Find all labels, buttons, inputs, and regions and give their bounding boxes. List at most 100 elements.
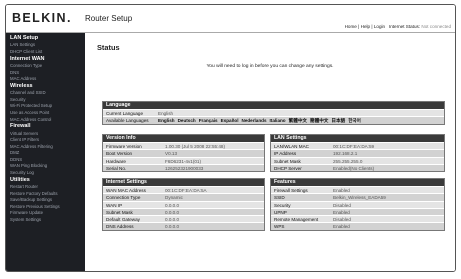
table-row: DHCP Server Enabled(No Clients) — [271, 163, 444, 172]
table-row: SSID Belkin_Wireless_EADA59 — [271, 193, 444, 201]
table-row: Available Languages English Deutsch França… — [103, 116, 444, 124]
sidebar-item[interactable]: DDNS — [6, 157, 85, 164]
row-label: IP Address — [274, 151, 297, 157]
sidebar-item[interactable]: DNS — [6, 70, 85, 77]
separator: | — [371, 24, 373, 29]
language-panel: Language Current Language English Availa… — [102, 101, 445, 125]
language-link[interactable]: Nederlands — [242, 118, 267, 123]
sidebar-item[interactable]: DMZ — [6, 150, 85, 157]
language-link[interactable]: 日本語 — [331, 118, 345, 123]
language-link[interactable]: Italiano — [270, 118, 286, 123]
language-link[interactable]: 繁體中文 — [289, 118, 307, 123]
language-link[interactable]: 한국어 — [348, 118, 361, 123]
panel-title: Language — [103, 102, 444, 109]
row-value: Disabled — [333, 202, 351, 208]
table-row: Connection Type Dynamic — [103, 193, 264, 201]
page-title: Status — [97, 43, 120, 52]
sidebar-item[interactable]: Save/Backup Settings — [6, 197, 85, 204]
internet-status-label: Internet Status: — [388, 24, 421, 29]
language-link[interactable]: Español — [221, 118, 239, 123]
row-value: Enabled — [333, 209, 350, 215]
sidebar-item[interactable]: System Settings — [6, 217, 85, 224]
sidebar-item[interactable]: Firmware Update — [6, 210, 85, 217]
login-link[interactable]: Login — [374, 24, 385, 29]
sidebar-section-heading: Wireless — [10, 82, 33, 89]
table-row: Subnet Mask 255.255.255.0 — [271, 156, 444, 164]
sidebar-item[interactable]: DHCP Client List — [6, 49, 85, 56]
language-link[interactable]: 簡體中文 — [310, 118, 328, 123]
sidebar-item[interactable]: Wi-Fi Protected Setup — [6, 103, 85, 110]
row-label: LAN/WLAN MAC — [274, 144, 309, 149]
sidebar-item[interactable]: Client IP Filters — [6, 137, 85, 144]
sidebar-item[interactable]: Use as Access Point — [6, 110, 85, 117]
lan-settings-panel: LAN Settings LAN/WLAN MAC 00:1C:DF:EA:DA:… — [270, 134, 445, 173]
row-label: Boot Version — [106, 151, 133, 157]
sidebar-item[interactable]: MAC Address Filtering — [6, 144, 85, 151]
row-label: Security — [274, 202, 291, 208]
table-row: Current Language English — [103, 109, 444, 117]
table-row: Default Gateway 0.0.0.0 — [103, 215, 264, 223]
router-window: BELKIN. Router Setup Home | Help | Login… — [5, 4, 456, 272]
row-label: Available Languages — [106, 118, 149, 124]
row-value: 00:1C:DF:EA:DA:5A — [165, 188, 207, 193]
row-label: Subnet Mask — [106, 209, 133, 215]
sidebar-item[interactable]: WAN Ping Blocking — [6, 163, 85, 170]
row-label: Firewall Settings — [274, 188, 308, 193]
sidebar-item[interactable]: Channel and SSID — [6, 90, 85, 97]
table-row: DNS Address 0.0.0.0 — [103, 222, 264, 230]
internet-settings-panel: Internet Settings WAN MAC Address 00:1C:D… — [102, 178, 265, 231]
row-value: Dynamic — [165, 195, 183, 201]
sidebar-item[interactable]: LAN Settings — [6, 42, 85, 49]
row-label: Connection Type — [106, 195, 141, 201]
top-links: Home | Help | Login Internet Status: Not… — [345, 24, 451, 29]
separator: | — [358, 24, 360, 29]
belkin-logo: BELKIN. — [12, 11, 72, 25]
row-label: WAN MAC Address — [106, 188, 146, 193]
sidebar-section-heading: Utilities — [10, 176, 30, 183]
row-value: Belkin_Wireless_EADA59 — [333, 195, 386, 201]
row-label: Subnet Mask — [274, 158, 301, 164]
language-link[interactable]: English — [158, 118, 175, 123]
table-row: Firmware Version 1.00.30 (Jul 5 2008 22:5… — [103, 142, 264, 150]
row-value: 0.0.0.0 — [165, 224, 180, 230]
table-row: Boot Version V0.13 — [103, 149, 264, 157]
sidebar-item[interactable]: MAC Address Control — [6, 117, 85, 124]
sidebar-nav: LAN Setup LAN Settings DHCP Client List Int… — [6, 33, 85, 271]
row-value: V0.13 — [165, 151, 178, 157]
help-link[interactable]: Help — [361, 24, 370, 29]
language-link[interactable]: Deutsch — [178, 118, 196, 123]
sidebar-section-heading: Internet WAN — [10, 55, 45, 62]
table-row: WAN MAC Address 00:1C:DF:EA:DA:5A — [103, 186, 264, 194]
panel-title: Version Info — [103, 135, 264, 142]
internet-status-value: Not connected — [421, 24, 451, 29]
table-row: WPS Enabled — [271, 222, 444, 230]
row-value: 0.0.0.0 — [165, 217, 180, 223]
row-label: Default Gateway — [106, 217, 140, 223]
row-label: SSID — [274, 195, 285, 201]
sidebar-item[interactable]: Security — [6, 97, 85, 104]
app-title: Router Setup — [85, 14, 133, 23]
table-row: UPNP Enabled — [271, 207, 444, 216]
table-row: Serial No. 126252321900033 — [103, 163, 264, 172]
sidebar-item[interactable]: Restore Previous Settings — [6, 204, 85, 211]
sidebar-item[interactable]: Security Log — [6, 170, 85, 177]
sidebar-item[interactable]: Restart Router — [6, 184, 85, 191]
language-link[interactable]: Français — [199, 118, 218, 123]
sidebar-item[interactable]: MAC Address — [6, 76, 85, 83]
row-value: Disabled — [333, 217, 351, 223]
current-language: English — [158, 111, 174, 116]
panel-title: Internet Settings — [103, 179, 264, 186]
row-value: 0.0.0.0 — [165, 202, 180, 208]
sidebar-item[interactable]: Virtual Servers — [6, 131, 85, 138]
sidebar-item[interactable]: Restore Factory Defaults — [6, 191, 85, 198]
sidebar-item[interactable]: Connection Type — [6, 63, 85, 70]
row-label: UPNP — [274, 209, 287, 215]
row-label: Current Language — [106, 111, 144, 116]
panel-title: Features — [271, 179, 444, 186]
login-notice: You will need to log in before you can c… — [206, 64, 334, 69]
row-value: 0.0.0.0 — [165, 209, 180, 215]
row-value: Enabled — [333, 224, 350, 230]
row-value: F6D6231-4v1(01) — [165, 158, 202, 164]
home-link[interactable]: Home — [345, 24, 357, 29]
row-value: 126252321900033 — [165, 165, 204, 171]
